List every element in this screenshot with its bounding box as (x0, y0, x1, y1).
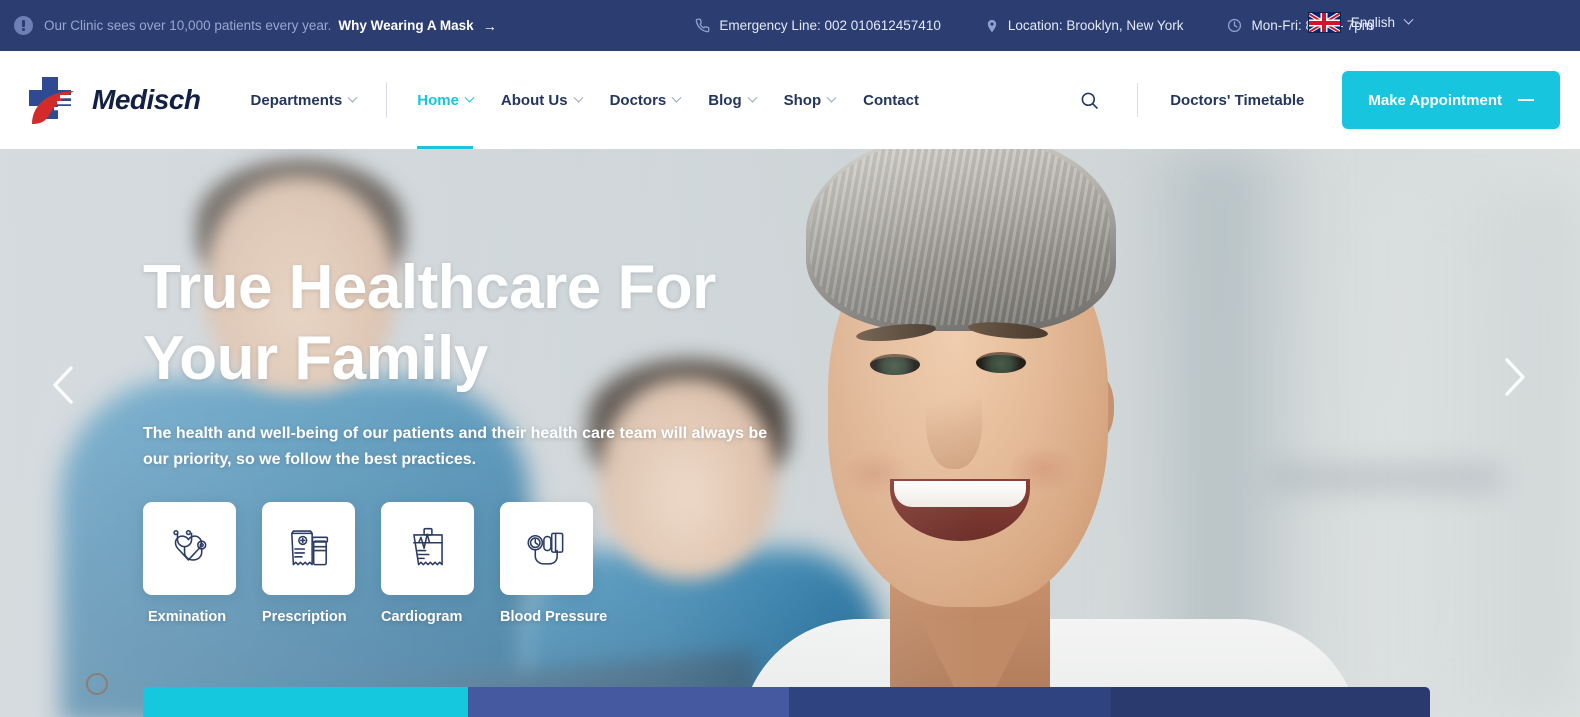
chevron-down-icon (671, 92, 682, 103)
prescription-pillbottle-icon (290, 529, 328, 565)
service-card-icon-box (262, 502, 355, 595)
nav-item-about-us[interactable]: About Us (487, 51, 596, 149)
slider-next-button[interactable] (1494, 354, 1534, 400)
hero-paragraph: The health and well-being of our patient… (143, 425, 768, 468)
bottom-bar-segment-dark-blue[interactable] (789, 687, 1111, 717)
search-icon (1081, 92, 1098, 109)
nav-item-blog[interactable]: Blog (694, 51, 769, 149)
search-button[interactable] (1069, 80, 1109, 120)
chevron-down-icon (464, 92, 475, 103)
service-card-exmination[interactable]: Exmination (143, 502, 236, 625)
nav-label-shop: Shop (783, 91, 822, 109)
nav-item-contact[interactable]: Contact (849, 51, 933, 149)
nav-item-doctors[interactable]: Doctors (596, 51, 695, 149)
nav-divider (386, 82, 388, 118)
service-card-label: Exmination (148, 609, 227, 625)
chevron-down-icon (347, 92, 358, 103)
bottom-color-bar (143, 687, 1430, 717)
service-card-label: Blood Pressure (500, 609, 608, 625)
make-appointment-button[interactable]: Make Appointment (1342, 71, 1560, 129)
bottom-bar-segment-cyan[interactable] (143, 687, 468, 717)
emergency-line-item[interactable]: Emergency Line: 002 010612457410 (673, 18, 962, 33)
chevron-down-icon (826, 92, 837, 103)
bottom-bar-segment-navy[interactable] (1111, 687, 1430, 717)
stethoscope-heart-icon (172, 529, 206, 561)
chevron-down-icon (747, 92, 758, 103)
nav-item-home[interactable]: Home (403, 51, 487, 149)
hero-title-line2: Your Family (143, 324, 488, 393)
topbar-announcement: Our Clinic sees over 10,000 patients eve… (14, 16, 497, 35)
nav-label-doctors: Doctors (609, 91, 667, 109)
cardiogram-clipboard-icon (412, 527, 443, 565)
emergency-line-text: Emergency Line: 002 010612457410 (719, 18, 941, 33)
page-root: Our Clinic sees over 10,000 patients eve… (0, 0, 1580, 717)
chevron-down-icon (573, 92, 584, 103)
topbar-info-group: Emergency Line: 002 010612457410 Locatio… (673, 18, 1395, 34)
hero-slider: True Healthcare For Your Family The heal… (0, 149, 1580, 717)
site-logo[interactable]: Medisch (20, 74, 201, 126)
site-header: Medisch Departments Home About Us Doctor… (0, 51, 1580, 149)
hero-title: True Healthcare For Your Family (143, 252, 1043, 394)
nav-label-home: Home (417, 91, 459, 109)
language-selector[interactable]: English (1307, 12, 1414, 33)
uk-flag-icon (1307, 12, 1341, 33)
primary-navigation: Departments Home About Us Doctors Blog S… (237, 51, 933, 149)
nav-item-shop[interactable]: Shop (770, 51, 850, 149)
service-card-cardiogram[interactable]: Cardiogram (381, 502, 474, 625)
phone-icon (696, 18, 710, 33)
doctors-timetable-link[interactable]: Doctors' Timetable (1170, 92, 1304, 109)
dash-icon (1518, 99, 1534, 101)
site-logo-text: Medisch (92, 84, 201, 115)
location-text: Location: Brooklyn, New York (1007, 18, 1184, 33)
slider-prev-button[interactable] (44, 362, 84, 408)
make-appointment-label: Make Appointment (1368, 91, 1502, 109)
chevron-down-icon (1403, 14, 1414, 25)
nav-label-contact: Contact (863, 91, 919, 109)
top-announcement-bar: Our Clinic sees over 10,000 patients eve… (0, 0, 1580, 51)
header-divider (1137, 83, 1139, 117)
service-card-blood-pressure[interactable]: Blood Pressure (500, 502, 608, 625)
clock-icon (1228, 18, 1242, 33)
blood-pressure-monitor-icon (526, 532, 563, 565)
hero-title-line1: True Healthcare For (143, 253, 716, 322)
hero-service-cards: Exmination Prescription Cardiogram Blood… (143, 502, 1043, 625)
service-card-icon-box (381, 502, 474, 595)
announcement-text: Our Clinic sees over 10,000 patients eve… (44, 18, 332, 33)
arrow-right-icon: → (482, 17, 497, 34)
service-card-label: Cardiogram (381, 609, 463, 625)
location-item[interactable]: Location: Brooklyn, New York (963, 18, 1206, 34)
exclamation-circle-icon (14, 16, 33, 35)
service-card-icon-box (143, 502, 236, 595)
nav-label-blog: Blog (708, 91, 742, 109)
nav-label-about-us: About Us (500, 91, 568, 109)
service-card-label: Prescription (262, 609, 347, 625)
cursor-ring-indicator (86, 673, 108, 695)
service-card-icon-box (500, 502, 593, 595)
service-card-prescription[interactable]: Prescription (262, 502, 355, 625)
header-actions: Doctors' Timetable Make Appointment (1069, 71, 1560, 129)
active-nav-underline (417, 146, 473, 149)
why-wearing-a-mask-label: Why Wearing A Mask (338, 18, 474, 33)
medical-cross-logo-icon (20, 74, 82, 126)
nav-item-departments[interactable]: Departments (237, 51, 371, 149)
language-label: English (1350, 15, 1395, 30)
bottom-bar-segment-blue[interactable] (468, 687, 789, 717)
why-wearing-a-mask-link[interactable]: Why Wearing A Mask → (338, 18, 496, 33)
location-pin-icon (987, 19, 997, 32)
hero-content: True Healthcare For Your Family The heal… (143, 149, 1043, 625)
nav-label-departments: Departments (250, 91, 343, 109)
